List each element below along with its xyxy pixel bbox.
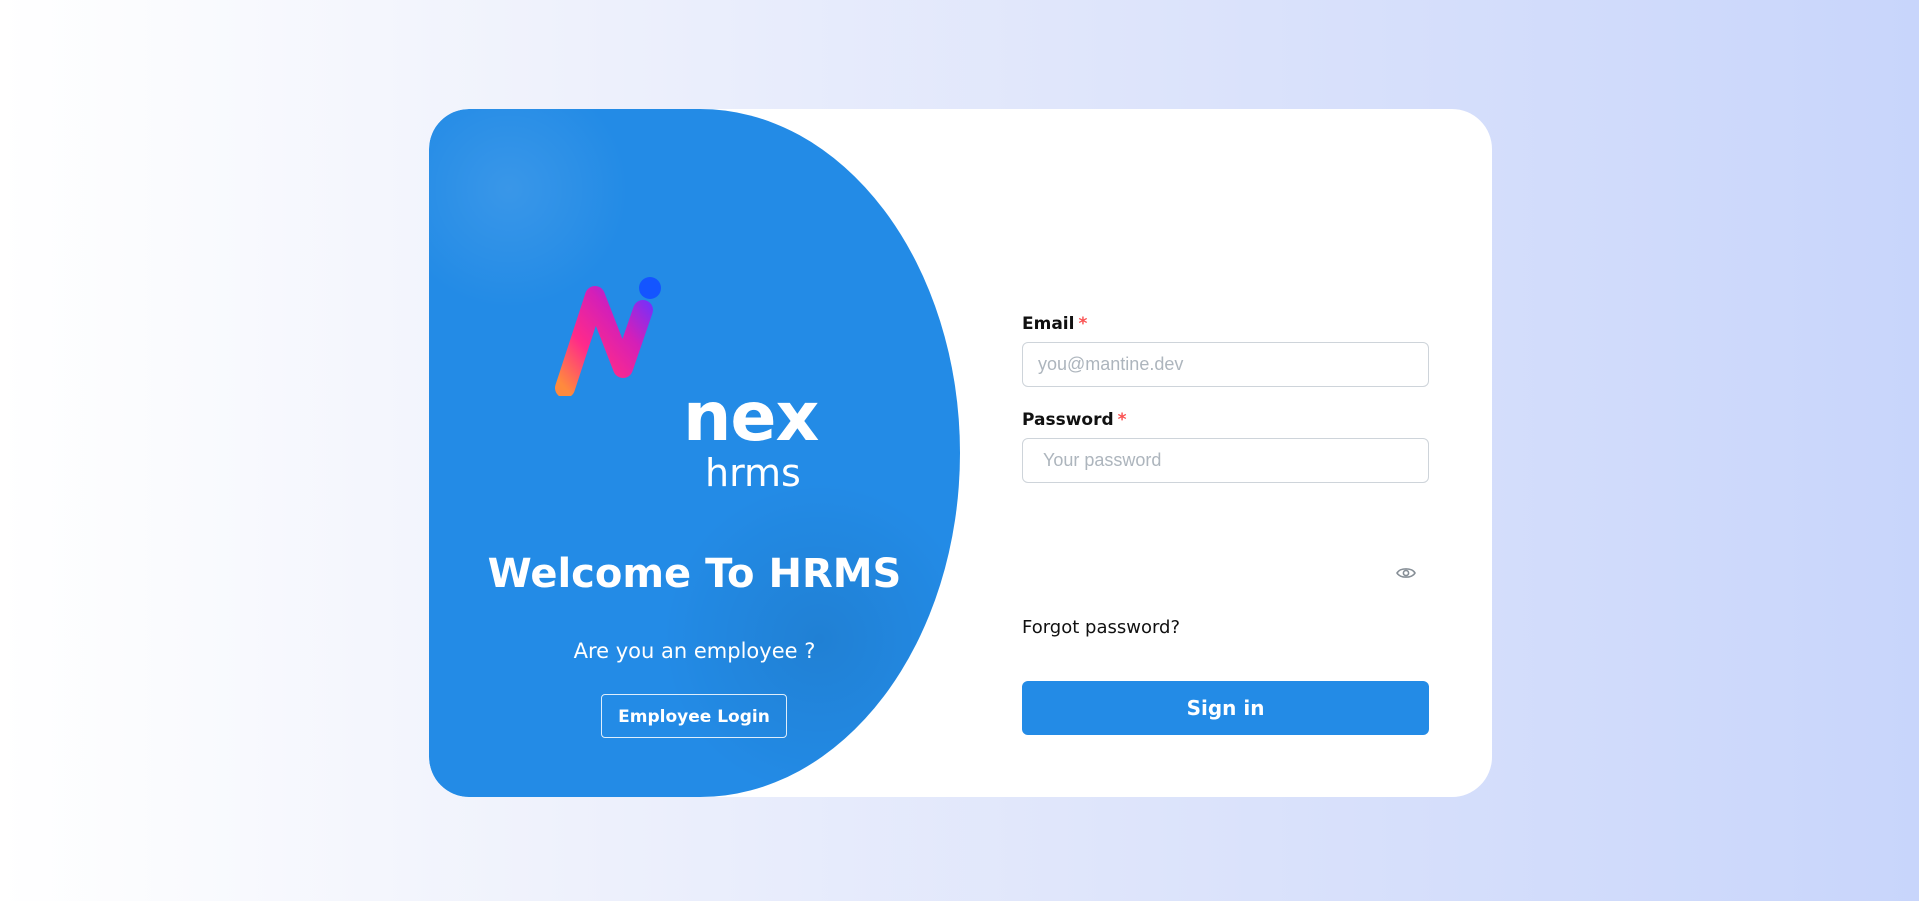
- email-label: Email *: [1022, 314, 1087, 334]
- password-label-text: Password: [1022, 410, 1114, 430]
- email-required-mark: *: [1078, 314, 1088, 334]
- logo-text-primary: nex: [683, 378, 819, 457]
- forgot-password-link[interactable]: Forgot password?: [1022, 617, 1180, 638]
- login-card: nex hrms Welcome To HRMS Are you an empl…: [429, 109, 1492, 797]
- eye-icon[interactable]: [1396, 566, 1416, 580]
- welcome-panel: nex hrms Welcome To HRMS Are you an empl…: [429, 109, 960, 797]
- email-field[interactable]: [1022, 342, 1429, 387]
- password-label: Password *: [1022, 410, 1127, 430]
- password-field[interactable]: [1022, 438, 1429, 483]
- email-label-text: Email: [1022, 314, 1075, 334]
- password-required-mark: *: [1117, 410, 1127, 430]
- employee-question: Are you an employee ?: [573, 639, 816, 663]
- sign-in-button[interactable]: Sign in: [1022, 681, 1429, 735]
- panel-shade: [659, 479, 960, 797]
- welcome-title: Welcome To HRMS: [487, 551, 902, 597]
- employee-login-button[interactable]: Employee Login: [601, 694, 787, 738]
- logo-text-secondary: hrms: [705, 451, 801, 495]
